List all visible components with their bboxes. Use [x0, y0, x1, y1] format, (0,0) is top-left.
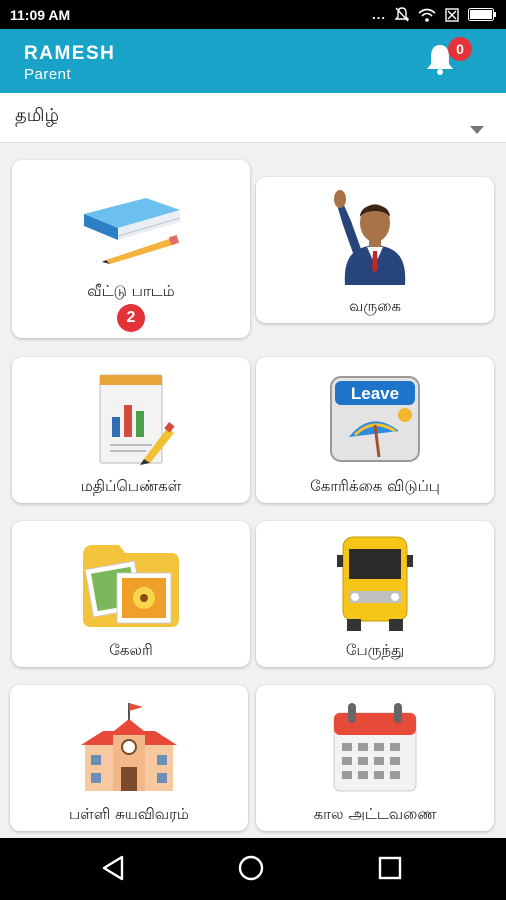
user-role: Parent: [24, 66, 72, 83]
homework-count-badge: 2: [117, 304, 145, 332]
tile-school-profile[interactable]: பள்ளி சுயவிவரம்: [10, 685, 248, 831]
tile-bus[interactable]: பேருந்து: [256, 521, 494, 667]
book-pencil-icon: [84, 198, 181, 264]
report-chart-icon: [99, 374, 175, 465]
tile-homework-label: வீட்டு பாடம்: [87, 282, 175, 300]
calendar-icon: [333, 703, 417, 792]
status-more-icon: ...: [372, 7, 386, 22]
tile-timetable-label: கால அட்டவணை: [313, 805, 437, 823]
photo-folder-icon: [83, 545, 179, 627]
sim-icon: [445, 7, 459, 22]
tile-attendance[interactable]: வருகை: [256, 177, 494, 323]
language-selected-value: தமிழ்: [15, 105, 59, 126]
school-building-icon: [81, 703, 177, 791]
tile-school-profile-label: பள்ளி சுயவிவரம்: [69, 805, 189, 823]
wifi-icon: [418, 8, 436, 22]
tile-marks[interactable]: மதிப்பெண்கள்: [12, 357, 250, 503]
notification-count-badge[interactable]: 0: [448, 37, 472, 61]
student-raising-hand-icon: [334, 190, 406, 285]
tile-leave-request-label: கோரிக்கை விடுப்பு: [310, 477, 440, 495]
home-icon[interactable]: [237, 854, 265, 882]
tile-timetable[interactable]: கால அட்டவணை: [256, 685, 494, 831]
back-icon[interactable]: [100, 854, 126, 882]
school-bus-icon: [337, 536, 413, 631]
status-bar: 11:09 AM ...: [0, 0, 506, 29]
system-nav-bar: [0, 838, 506, 900]
notifications-off-icon: [395, 7, 409, 22]
battery-icon: [468, 8, 496, 21]
user-name: RAMESH: [24, 43, 116, 64]
recent-apps-icon[interactable]: [377, 854, 403, 882]
tile-bus-label: பேருந்து: [345, 641, 405, 659]
tile-gallery[interactable]: கேலரி: [12, 521, 250, 667]
tile-marks-label: மதிப்பெண்கள்: [80, 477, 182, 495]
app-header: RAMESH Parent 0: [0, 29, 506, 93]
leave-icon-text: Leave: [351, 384, 399, 403]
leave-calendar-icon: Leave: [330, 376, 420, 462]
tile-leave-request[interactable]: Leave கோரிக்கை விடுப்பு: [256, 357, 494, 503]
status-time: 11:09 AM: [10, 6, 71, 23]
dropdown-arrow-icon[interactable]: [470, 126, 484, 134]
tile-attendance-label: வருகை: [348, 297, 402, 315]
tile-homework[interactable]: வீட்டு பாடம் 2: [12, 160, 250, 338]
tile-gallery-label: கேலரி: [109, 641, 153, 659]
language-select[interactable]: தமிழ்: [0, 93, 506, 143]
